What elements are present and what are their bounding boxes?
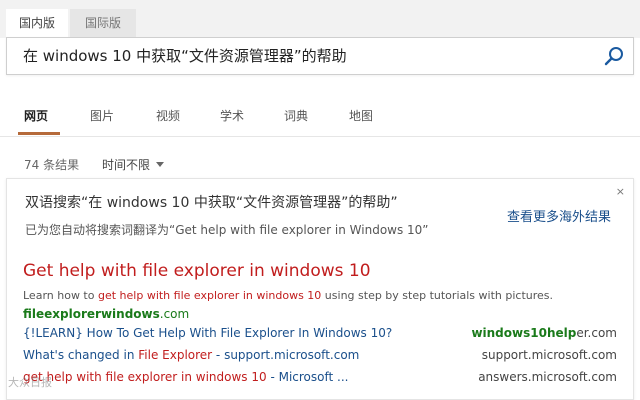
tab-dictionary[interactable]: 词典 [284,108,308,124]
domain-bold: windows10help [471,326,577,340]
deep-link-highlight: File Explorer [138,348,213,362]
bilingual-search-title: 双语搜索“在 windows 10 中获取“文件资源管理器”的帮助” [25,195,398,211]
deep-link-2[interactable]: What's changed in File Explorer - suppor… [23,348,359,362]
result-url[interactable]: fileexplorerwindows.com [23,307,189,321]
result-title-link[interactable]: Get help with file explorer in windows 1… [23,261,371,281]
market-tab-bar: 国内版 国际版 [0,0,640,38]
deep-link-text: - support.microsoft.com [212,348,360,362]
deep-link-highlight: get help with file explorer in windows 1… [23,370,267,384]
search-input[interactable]: 在 windows 10 中获取“文件资源管理器”的帮助 [23,38,347,74]
active-tab-indicator [18,132,60,135]
tab-international[interactable]: 国际版 [70,9,136,38]
deep-link-text: {!LEARN} How To Get Help With File Explo… [23,326,393,340]
bilingual-result-card: × 双语搜索“在 windows 10 中获取“文件资源管理器”的帮助” 已为您… [6,178,634,400]
url-tld: .com [159,307,190,321]
chevron-down-icon [156,162,165,167]
result-count: 74 条结果 [24,158,80,172]
deep-link-domain-2: support.microsoft.com [481,348,617,362]
tab-academic[interactable]: 学术 [220,108,244,124]
tab-domestic[interactable]: 国内版 [6,9,68,38]
time-filter-label: 时间不限 [102,158,151,172]
nav-divider [0,136,640,137]
more-overseas-results-link[interactable]: 查看更多海外结果 [507,206,611,225]
watermark: 大众日报 [8,376,52,389]
search-icon[interactable] [603,45,625,67]
tab-maps[interactable]: 地图 [349,108,373,124]
deep-link-text: - Microsoft ... [266,370,349,384]
deep-link-3[interactable]: get help with file explorer in windows 1… [23,370,348,384]
auto-translation-note: 已为您自动将搜索词翻译为“Get help with file explorer… [25,223,429,237]
time-filter-dropdown[interactable]: 时间不限 [102,156,165,173]
tab-images[interactable]: 图片 [90,108,114,124]
deep-link-domain-3: answers.microsoft.com [478,370,617,384]
search-box[interactable]: 在 windows 10 中获取“文件资源管理器”的帮助 [6,37,634,75]
deep-link-1[interactable]: {!LEARN} How To Get Help With File Explo… [23,326,392,340]
url-domain: fileexplorerwindows [23,307,160,321]
close-icon[interactable]: × [616,185,625,198]
deep-link-domain-1: windows10helper.com [471,326,617,340]
deep-link-text: What's changed in [23,348,139,362]
snippet-highlight: get help with file explorer in windows 1… [97,289,322,302]
result-snippet: Learn how to get help with file explorer… [23,289,553,302]
tab-videos[interactable]: 视频 [156,108,180,124]
tab-web[interactable]: 网页 [24,108,48,124]
snippet-text: Learn how to [23,289,98,302]
domain-rest: er.com [576,326,617,340]
snippet-text: using step by step tutorials with pictur… [321,289,553,302]
